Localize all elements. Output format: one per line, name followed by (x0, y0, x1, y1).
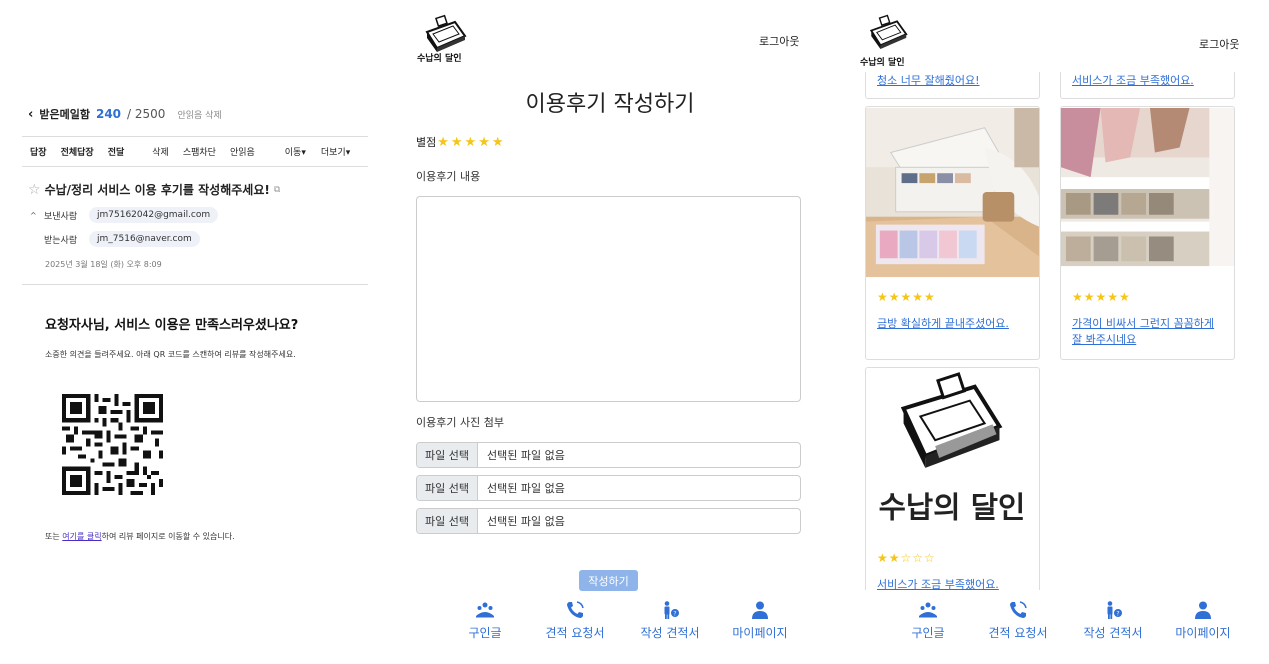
person-question-icon: ? (1107, 601, 1122, 619)
sender-row: ^ 보낸사람 jm75162042@gmail.com (30, 207, 219, 223)
forward-button[interactable]: 전달 (108, 145, 125, 158)
write-review-panel: 수납의 달인 로그아웃 이용후기 작성하기 별점 ★★★★★ 이용후기 내용 이… (405, 0, 825, 664)
receiver-label: 받는사람 (44, 235, 78, 246)
file-name: 선택된 파일 없음 (486, 482, 565, 495)
star-icon[interactable]: ☆ (28, 182, 41, 198)
mail-total: / 2500 (127, 107, 166, 121)
rating-label: 별점 (416, 136, 437, 149)
logo-text: 수납의 달인 (879, 489, 1026, 524)
svg-text:?: ? (1116, 611, 1119, 618)
receiver-row: 받는사람 jm_7516@naver.com (30, 231, 200, 247)
review-photo (866, 107, 1039, 278)
mail-body-text: 소중한 의견을 들려주세요. 아래 QR 코드를 스캔하여 리뷰를 작성해주세요… (45, 350, 296, 359)
people-icon (919, 602, 937, 618)
review-grid[interactable]: 청소 너무 잘해줬어요! 서비스가 조금 부족했어요. ★★★★★ 금방 확실하… (850, 72, 1269, 590)
user-icon (752, 601, 768, 619)
review-text[interactable]: 서비스가 조금 부족했어요. (877, 577, 1031, 590)
mail-panel: ‹ 받은메일함 240 / 2500 안읽음 삭제 답장 전체답장 전달 삭제 … (0, 0, 390, 664)
file-select-button[interactable]: 파일 선택 (417, 476, 478, 500)
cash-register-icon (869, 14, 908, 49)
mail-header: ‹ 받은메일함 240 / 2500 안읽음 삭제 (28, 106, 222, 122)
sender-label: 보낸사람 (44, 211, 78, 222)
app-logo[interactable] (860, 14, 912, 60)
review-text[interactable]: 금방 확실하게 끝내주셨어요. (877, 316, 1031, 332)
nav-job-posts[interactable]: 구인글 (888, 600, 968, 650)
nav-job-posts[interactable]: 구인글 (445, 600, 525, 650)
external-link-icon[interactable]: ⧉ (274, 185, 280, 195)
file-name: 선택된 파일 없음 (486, 449, 565, 462)
review-card[interactable]: ★★★★★ 가격이 비싸서 그런지 꼼꼼하게 잘 봐주시네요 (1060, 106, 1235, 360)
mark-unread-button[interactable]: 안읽음 (230, 145, 255, 158)
logo-text: 수납의 달인 (417, 54, 462, 64)
mailbox-name[interactable]: 받은메일함 (39, 106, 90, 122)
file-input-3[interactable]: 파일 선택 선택된 파일 없음 (416, 508, 801, 534)
svg-text:?: ? (673, 611, 676, 618)
bottom-nav: 구인글 견적 요청서 ? 작성 견적서 마이페이지 (888, 600, 1248, 650)
logo-text: 수납의 달인 (860, 58, 905, 68)
file-select-button[interactable]: 파일 선택 (417, 509, 478, 533)
mail-footer: 또는 여기를 클릭하여 리뷰 페이지로 이동할 수 있습니다. (45, 532, 235, 541)
photo-label: 이용후기 사진 첨부 (416, 416, 504, 429)
review-card[interactable]: 서비스가 조금 부족했어요. (1060, 72, 1235, 99)
rating-stars[interactable]: ★★★★★ (437, 135, 505, 150)
more-menu[interactable]: 더보기▾ (321, 145, 350, 158)
qr-code (62, 394, 163, 495)
user-icon (1195, 601, 1211, 619)
people-icon (476, 602, 494, 618)
reply-button[interactable]: 답장 (30, 145, 47, 158)
rating-row: 별점 ★★★★★ (416, 134, 506, 150)
review-card[interactable]: ★★★★★ 금방 확실하게 끝내주셨어요. (865, 106, 1040, 360)
nav-quote-requests[interactable]: 견적 요청서 (968, 600, 1068, 650)
sender-chip[interactable]: jm75162042@gmail.com (89, 207, 219, 223)
review-card[interactable]: 수납의 달인 ★★☆☆☆ 서비스가 조금 부족했어요. (865, 367, 1040, 590)
review-content-textarea[interactable] (416, 196, 801, 402)
collapse-chevron-icon[interactable]: ^ (30, 211, 44, 220)
header: 수납의 달인 로그아웃 (850, 0, 1269, 72)
spam-block-button[interactable]: 스팸차단 (183, 145, 216, 158)
receiver-chip[interactable]: jm_7516@naver.com (89, 231, 200, 247)
review-card[interactable]: 청소 너무 잘해줬어요! (865, 72, 1040, 99)
nav-quote-requests[interactable]: 견적 요청서 (525, 600, 625, 650)
reply-all-button[interactable]: 전체답장 (61, 145, 94, 158)
review-stars: ★★★★★ (1072, 290, 1131, 304)
mail-subject: ☆ 수납/정리 서비스 이용 후기를 작성해주세요! ⧉ (28, 181, 280, 198)
review-list-panel: 청소 너무 잘해줬어요! 서비스가 조금 부족했어요. ★★★★★ 금방 확실하… (850, 0, 1269, 664)
file-input-2[interactable]: 파일 선택 선택된 파일 없음 (416, 475, 801, 501)
logout-button[interactable]: 로그아웃 (1199, 36, 1239, 52)
review-stars: ★★☆☆☆ (877, 551, 936, 565)
mail-body-title: 요청자사님, 서비스 이용은 만족스러우셨나요? (45, 318, 299, 333)
nav-written-quotes[interactable]: ? 작성 견적서 (1068, 600, 1158, 650)
delete-button[interactable]: 삭제 (152, 145, 169, 158)
page-title: 이용후기 작성하기 (525, 92, 695, 117)
mail-subject-text: 수납/정리 서비스 이용 후기를 작성해주세요! (44, 183, 270, 197)
file-input-1[interactable]: 파일 선택 선택된 파일 없음 (416, 442, 801, 468)
file-name: 선택된 파일 없음 (486, 515, 565, 528)
back-chevron-icon[interactable]: ‹ (28, 107, 33, 122)
nav-written-quotes[interactable]: ? 작성 견적서 (625, 600, 715, 650)
mail-date: 2025년 3월 18일 (화) 오후 8:09 (45, 260, 162, 269)
review-stars: ★★★★★ (877, 290, 936, 304)
submit-button[interactable]: 작성하기 (579, 570, 638, 591)
person-question-icon: ? (664, 601, 679, 619)
review-link[interactable]: 여기를 클릭 (62, 532, 101, 541)
phone-icon (1010, 601, 1027, 618)
content-label: 이용후기 내용 (416, 170, 481, 183)
nav-my-page[interactable]: 마이페이지 (715, 600, 805, 650)
mail-count: 240 (95, 107, 122, 121)
review-text[interactable]: 청소 너무 잘해줬어요! (877, 72, 979, 88)
bottom-nav: 구인글 견적 요청서 ? 작성 견적서 마이페이지 (445, 600, 805, 650)
review-text[interactable]: 서비스가 조금 부족했어요. (1072, 72, 1194, 88)
move-menu[interactable]: 이동▾ (285, 145, 306, 158)
review-photo (1061, 107, 1234, 278)
review-text[interactable]: 가격이 비싸서 그런지 꼼꼼하게 잘 봐주시네요 (1072, 316, 1226, 348)
divider (22, 284, 368, 285)
unread-delete-button[interactable]: 안읽음 삭제 (177, 108, 221, 121)
mail-toolbar: 답장 전체답장 전달 삭제 스팸차단 안읽음 이동▾ 더보기▾ (22, 136, 368, 167)
phone-icon (567, 601, 584, 618)
nav-my-page[interactable]: 마이페이지 (1158, 600, 1248, 650)
default-logo-image: 수납의 달인 (866, 368, 1039, 539)
file-select-button[interactable]: 파일 선택 (417, 443, 478, 467)
logout-button[interactable]: 로그아웃 (759, 33, 799, 49)
